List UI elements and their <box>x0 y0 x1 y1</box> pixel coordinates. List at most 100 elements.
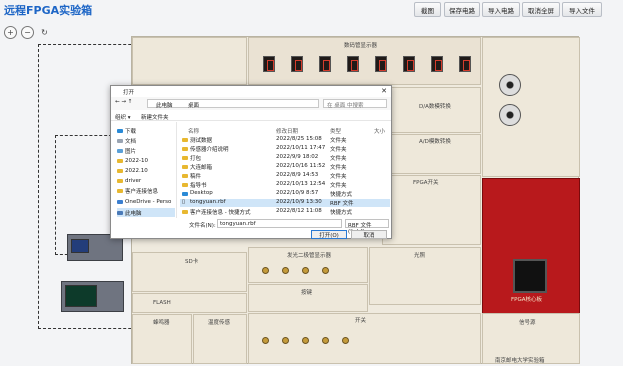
search-input[interactable]: 在 桌面 中搜索 <box>323 99 387 109</box>
address-bar: ← → ↑ 此电脑 桌面 在 桌面 中搜索 <box>111 97 391 110</box>
adc-title: A/D模数转换 <box>419 139 451 145</box>
motor-panel <box>482 37 580 177</box>
nav-item-folder[interactable]: 客户连接信息 <box>117 186 158 195</box>
nav-pane: 下载 文档 图片 2022-10 2022.10 driver 客户连接信息 O… <box>111 122 177 218</box>
nav-item-folder[interactable]: 2022.10 <box>117 166 148 175</box>
file-row[interactable]: 测试数据 2022/8/25 15:08 文件夹 <box>180 136 390 144</box>
footer-text: 南京邮电大学实验箱 <box>495 358 545 364</box>
seven-segment-digit <box>319 56 331 72</box>
app-title: 远程FPGA实验箱 <box>4 4 93 17</box>
signal-source-panel: 信号源 南京邮电大学实验箱 <box>482 313 580 364</box>
file-row-selected[interactable]: ▯ tongyuan.rbf 2022/10/9 13:30 RBF 文件 <box>180 199 390 207</box>
close-icon[interactable]: ✕ <box>381 87 387 95</box>
new-folder-button[interactable]: 新建文件夹 <box>141 113 169 121</box>
file-row[interactable]: 大连邮箱 2022/10/16 11:52 文件夹 <box>180 163 390 171</box>
temp-title: 温度传感 <box>208 320 231 326</box>
light-title: 光照 <box>414 253 426 259</box>
breadcrumb-desktop[interactable]: 桌面 <box>188 101 199 109</box>
jack-terminal[interactable] <box>262 337 269 344</box>
nav-item-folder[interactable]: 2022-10 <box>117 156 148 165</box>
flash-title: FLASH <box>153 300 171 306</box>
fpga-chip <box>513 259 547 293</box>
screenshot-button[interactable]: 截图 <box>414 2 441 17</box>
seven-segment-title: 数码管显示器 <box>344 43 378 49</box>
jack-terminal[interactable] <box>302 337 309 344</box>
col-size[interactable]: 大小 <box>374 127 385 135</box>
fan-icon <box>499 104 521 126</box>
file-list: 名称 修改日期 类型 大小 测试数据 2022/8/25 15:08 文件夹 传感器… <box>178 122 391 218</box>
jack-terminal[interactable] <box>322 337 329 344</box>
fan-icon <box>499 74 521 96</box>
cancel-button[interactable]: 取消 <box>351 230 387 239</box>
dialog-title-bar: 打开 ✕ <box>111 86 391 97</box>
fpga-switch-panel: FPGA开关 <box>382 175 481 245</box>
exit-fullscreen-button[interactable]: 取消全屏 <box>522 2 560 17</box>
import-file-button[interactable]: 导入文件 <box>562 2 602 17</box>
jack-terminal[interactable] <box>342 337 349 344</box>
temp-panel: 温度传感 <box>193 314 247 364</box>
oscilloscope-device[interactable] <box>61 281 124 312</box>
file-row[interactable]: 客户连接信息 - 快捷方式 2022/8/12 11:08 快捷方式 <box>180 208 390 216</box>
button-title: 按键 <box>301 290 313 296</box>
dac-title: D/A数模转换 <box>419 104 451 110</box>
search-placeholder: 在 桌面 中搜索 <box>327 103 364 109</box>
zoom-out-icon[interactable]: − <box>21 26 34 39</box>
file-row[interactable]: 稿件 2022/8/9 14:53 文件夹 <box>180 172 390 180</box>
flash-panel: FLASH <box>132 293 247 313</box>
col-date[interactable]: 修改日期 <box>276 127 298 135</box>
nav-item-this-pc[interactable]: 此电脑 <box>117 208 175 217</box>
button-panel: 按键 <box>248 284 368 312</box>
filename-label: 文件名(N): <box>189 223 216 229</box>
seven-segment-digit <box>347 56 359 72</box>
sd-panel: SD卡 <box>132 252 247 292</box>
filename-input[interactable]: tongyuan.rbf <box>217 219 342 228</box>
file-icon: ▯ <box>182 199 186 205</box>
buzzer-panel: 蜂鸣器 <box>132 314 192 364</box>
import-circuit-button[interactable]: 导入电路 <box>482 2 520 17</box>
reset-icon[interactable]: ↻ <box>38 26 51 39</box>
filetype-select[interactable]: RBF 文件 (*.rbf) <box>345 219 389 235</box>
open-button[interactable]: 打开(O) <box>311 230 347 239</box>
seven-segment-digit <box>431 56 443 72</box>
file-row[interactable]: Desktop 2022/10/9 8:57 快捷方式 <box>180 190 390 198</box>
nav-item-pictures[interactable]: 图片 <box>117 146 136 155</box>
save-circuit-button[interactable]: 保存电路 <box>444 2 480 17</box>
organize-button[interactable]: 组织 ▾ <box>115 113 131 121</box>
nav-item-documents[interactable]: 文档 <box>117 136 136 145</box>
top-bar: 远程FPGA实验箱 截图 保存电路 导入电路 取消全屏 导入文件 <box>0 0 623 20</box>
seven-segment-digit <box>375 56 387 72</box>
file-row[interactable]: 传感器介绍说明 2022/10/11 17:47 文件夹 <box>180 145 390 153</box>
adc-panel: A/D模数转换 <box>382 134 481 174</box>
seven-segment-digit <box>403 56 415 72</box>
open-file-dialog: 打开 ✕ ← → ↑ 此电脑 桌面 在 桌面 中搜索 组织 ▾ 新建文件夹 下载… <box>110 85 392 239</box>
led-title: 发光二极管显示器 <box>287 253 332 259</box>
fpga-switch-title: FPGA开关 <box>413 180 439 186</box>
breadcrumb[interactable]: 此电脑 桌面 <box>147 99 319 109</box>
jack-terminal[interactable] <box>302 267 309 274</box>
nav-item-onedrive[interactable]: OneDrive - Perso <box>117 197 171 206</box>
dialog-footer: 文件名(N): tongyuan.rbf RBF 文件 (*.rbf) 打开(O… <box>111 219 391 240</box>
nav-arrows-icon[interactable]: ← → ↑ <box>115 99 132 105</box>
zoom-in-icon[interactable]: + <box>4 26 17 39</box>
col-name[interactable]: 名称 <box>188 127 199 135</box>
switch-title: 开关 <box>355 318 367 324</box>
col-type[interactable]: 类型 <box>330 127 341 135</box>
file-row[interactable]: 打包 2022/9/9 18:02 文件夹 <box>180 154 390 162</box>
jack-terminal[interactable] <box>262 267 269 274</box>
led-panel: 发光二极管显示器 <box>248 247 368 283</box>
jack-terminal[interactable] <box>282 337 289 344</box>
jack-terminal[interactable] <box>282 267 289 274</box>
seven-segment-digit <box>291 56 303 72</box>
nav-item-downloads[interactable]: 下载 <box>117 126 136 135</box>
file-row[interactable]: 指导书 2022/10/13 12:54 文件夹 <box>180 181 390 189</box>
sd-title: SD卡 <box>185 259 199 265</box>
jack-terminal[interactable] <box>322 267 329 274</box>
command-bar: 组织 ▾ 新建文件夹 <box>111 111 391 121</box>
nav-item-folder[interactable]: driver <box>117 176 141 185</box>
breadcrumb-this-pc[interactable]: 此电脑 <box>156 101 173 109</box>
dac-panel: D/A数模转换 <box>382 87 481 133</box>
fpga-board-title: FPGA核心板 <box>511 297 543 303</box>
dialog-title: 打开 <box>123 90 135 96</box>
seven-segment-panel: 数码管显示器 <box>248 37 481 85</box>
top-left-module <box>132 37 247 85</box>
